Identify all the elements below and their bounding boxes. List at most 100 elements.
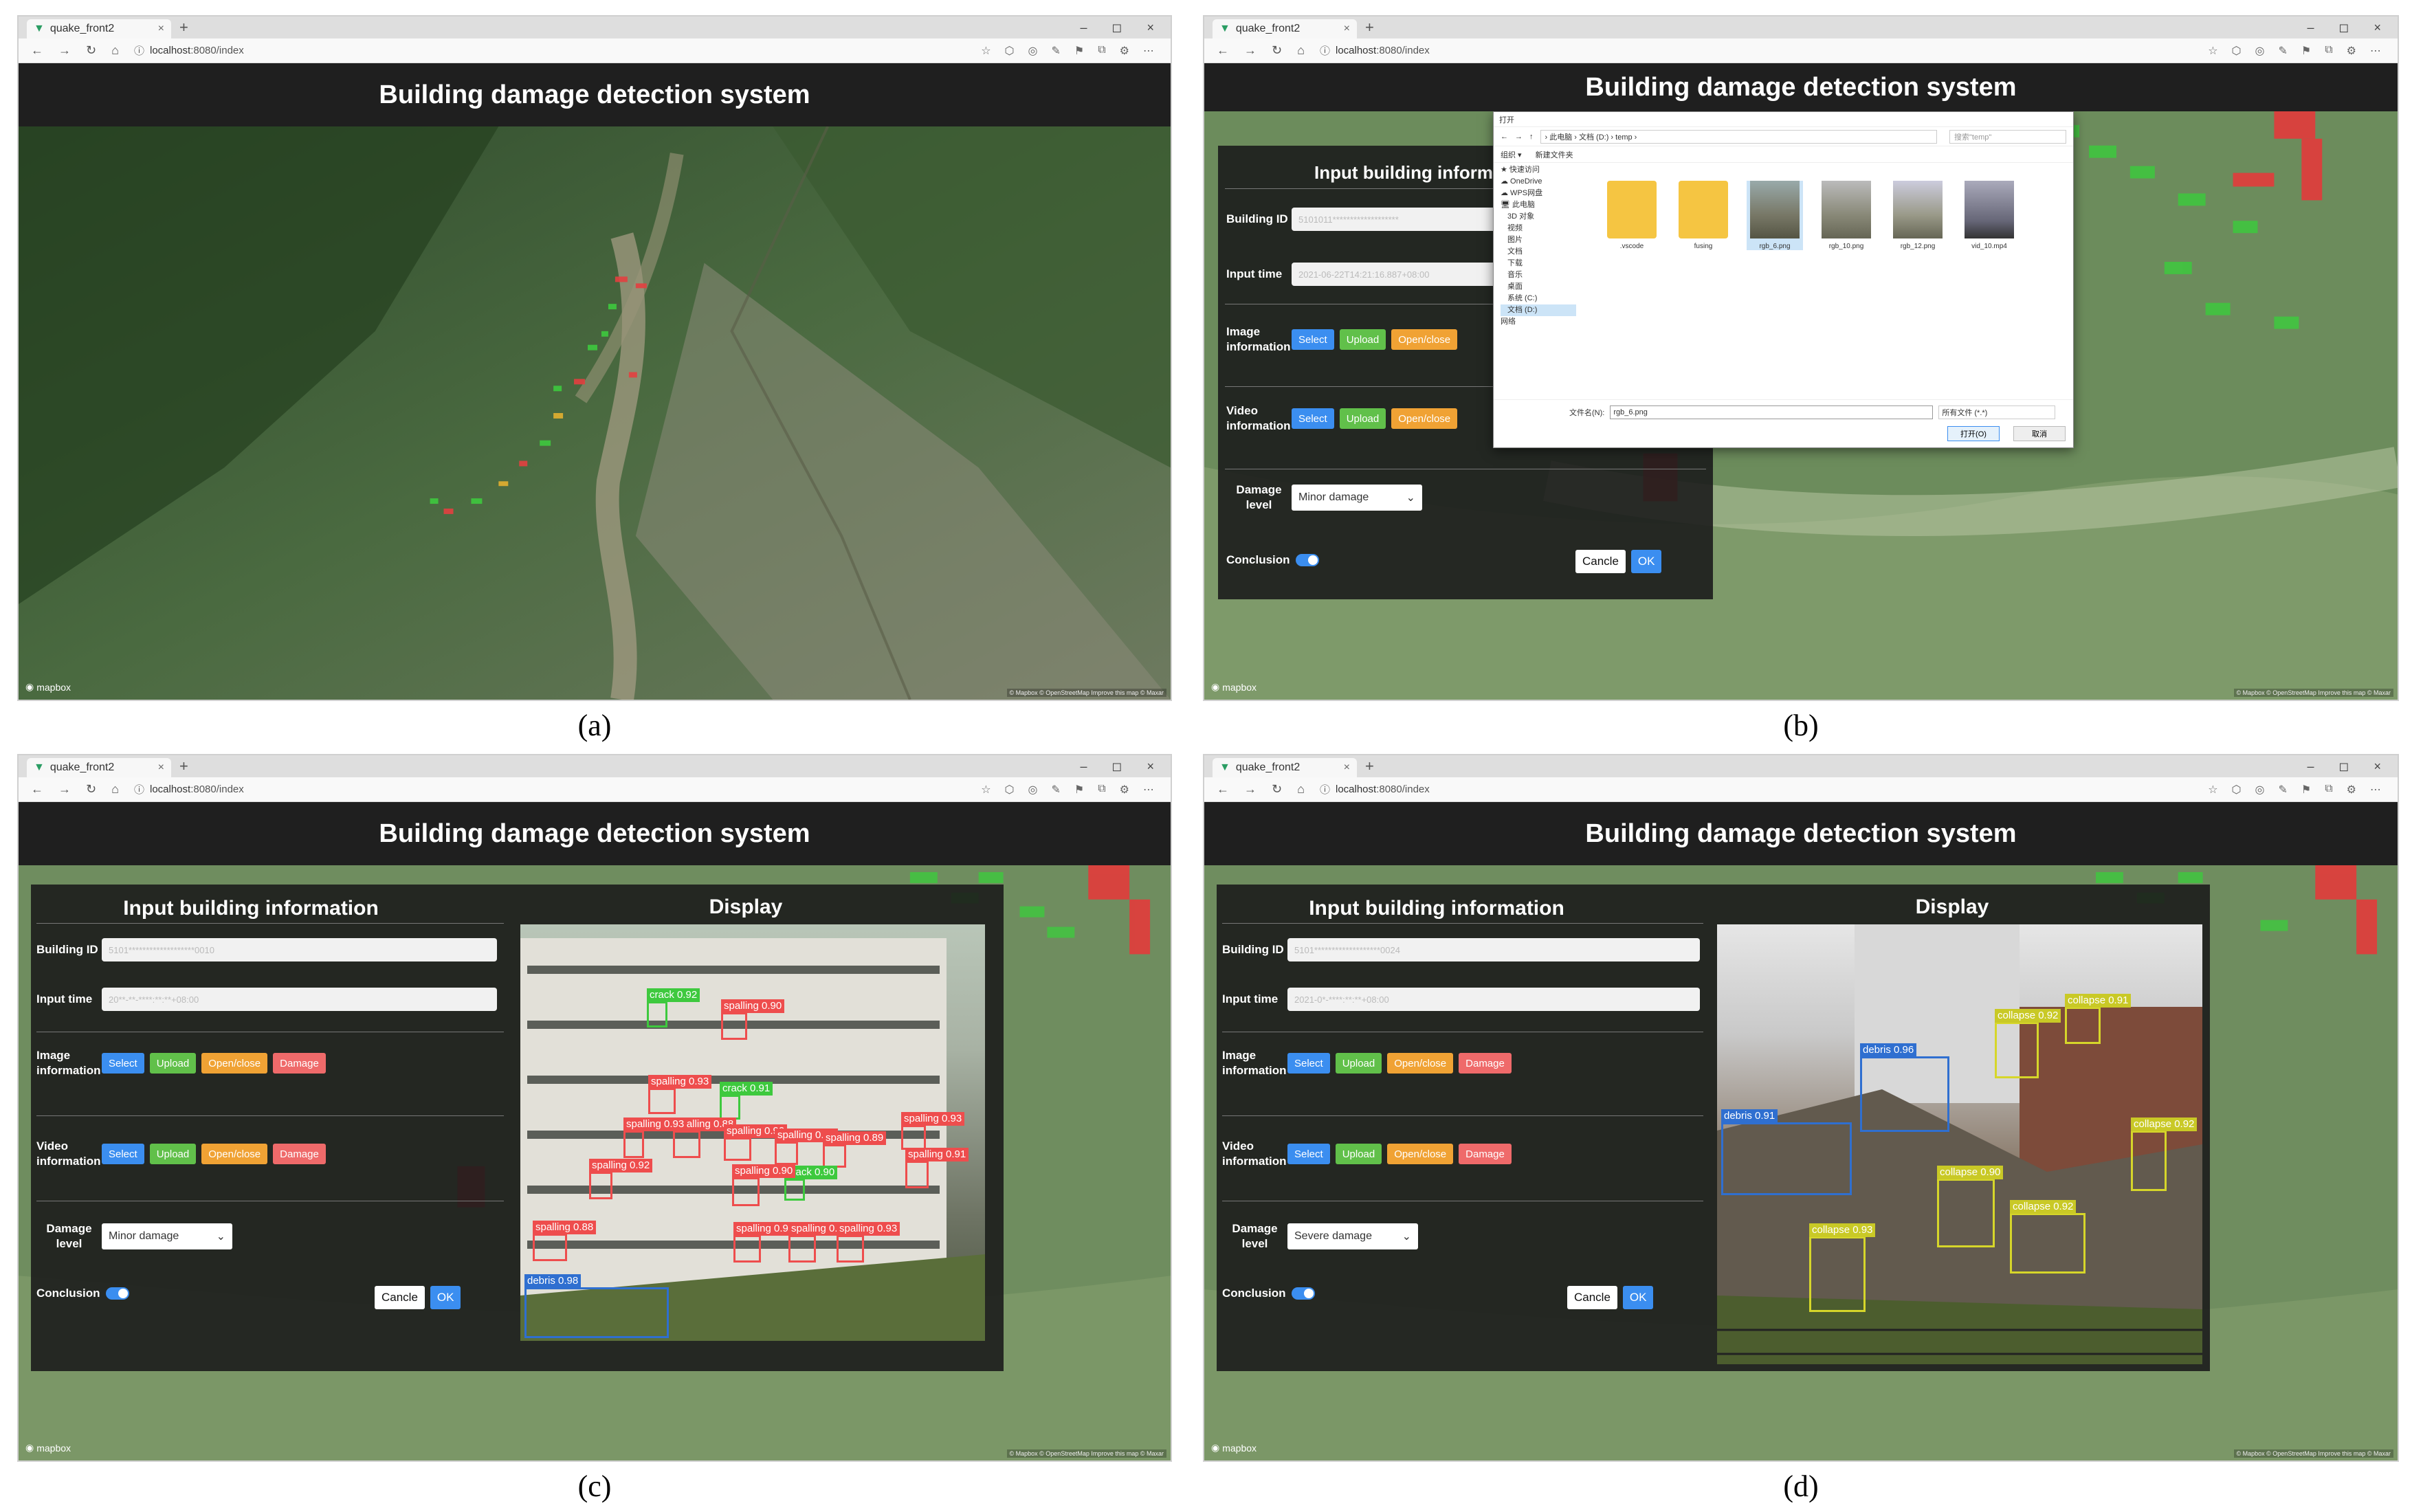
sidebar-item[interactable]: 3D 对象 (1501, 211, 1576, 223)
image-upload-button[interactable]: Upload (149, 1053, 197, 1074)
file-item[interactable]: vid_10.mp4 (1961, 181, 2017, 250)
map-attribution[interactable]: © Mapbox © OpenStreetMap Improve this ma… (1006, 689, 1166, 697)
image-select-button[interactable]: Select (1287, 1053, 1330, 1074)
more-icon[interactable]: ⋯ (2370, 44, 2381, 58)
mapbox-logo[interactable]: ◉ mapbox (25, 681, 71, 693)
back-icon[interactable]: ← (31, 43, 43, 58)
satellite-map[interactable]: ◉ mapbox © Mapbox © OpenStreetMap Improve… (19, 126, 1171, 700)
collections-icon[interactable]: ⧉ (2325, 44, 2332, 58)
file-item[interactable]: fusing (1675, 181, 1731, 250)
video-openclose-button[interactable]: Open/close (1387, 1144, 1454, 1165)
maximize-button[interactable]: ◻ (1112, 21, 1122, 35)
building-id-field[interactable]: 5101011******************* (1292, 208, 1498, 231)
damage-level-select[interactable]: Minor damage ⌄ (102, 1223, 232, 1250)
settings-icon[interactable]: ⚙ (1120, 783, 1129, 797)
profile-icon[interactable]: ◎ (2255, 44, 2265, 58)
file-item[interactable]: rgb_6.png (1747, 181, 1803, 250)
video-select-button[interactable]: Select (102, 1144, 144, 1165)
file-type-select[interactable]: 所有文件 (*.*) (1938, 405, 2056, 419)
back-icon[interactable]: ← (31, 782, 43, 797)
minimize-button[interactable]: – (1081, 21, 1087, 35)
sidebar-item[interactable]: 🖥 此电脑 (1501, 199, 1576, 211)
file-item[interactable]: rgb_10.png (1818, 181, 1874, 250)
profile-icon[interactable]: ◎ (1028, 783, 1038, 797)
url-field[interactable]: ⓘ localhost:8080/index (1320, 782, 1430, 797)
maximize-button[interactable]: ◻ (2339, 21, 2349, 35)
window-close-button[interactable]: × (1147, 759, 1154, 774)
settings-icon[interactable]: ⚙ (2347, 783, 2356, 797)
pen-icon[interactable]: ✎ (1051, 783, 1060, 797)
video-upload-button[interactable]: Upload (1339, 408, 1386, 430)
pen-icon[interactable]: ✎ (2278, 44, 2287, 58)
ok-button[interactable]: OK (1630, 550, 1662, 573)
profile-icon[interactable]: ◎ (1028, 44, 1038, 58)
window-close-button[interactable]: × (1147, 21, 1154, 35)
favorite-icon[interactable]: ☆ (981, 44, 991, 58)
favorite-icon[interactable]: ☆ (2208, 44, 2217, 58)
home-icon[interactable]: ⌂ (1297, 782, 1305, 797)
new-folder-button[interactable]: 新建文件夹 (1536, 149, 1573, 160)
sidebar-item[interactable]: 下载 (1501, 258, 1576, 269)
organize-button[interactable]: 组织 ▾ (1501, 149, 1522, 160)
back-icon[interactable]: ← (1217, 782, 1229, 797)
file-item[interactable]: rgb_12.png (1890, 181, 1946, 250)
tab-close-icon[interactable]: × (1344, 761, 1350, 774)
input-time-field[interactable]: 20**-**-****:**:**+08:00 (102, 988, 497, 1011)
url-field[interactable]: ⓘ localhost:8080/index (134, 782, 244, 797)
browser-tab[interactable]: ▼ quake_front2 × (27, 19, 171, 38)
minimize-button[interactable]: – (2308, 759, 2314, 774)
image-select-button[interactable]: Select (1292, 329, 1334, 351)
extension-icon[interactable]: ⬡ (1005, 44, 1015, 58)
sidebar-item[interactable]: 系统 (C:) (1501, 293, 1576, 304)
image-damage-button[interactable]: Damage (1459, 1053, 1512, 1074)
satellite-map[interactable]: Input building information Display Build… (1204, 865, 2398, 1460)
reload-icon[interactable]: ↻ (1272, 43, 1282, 58)
sidebar-item[interactable]: 音乐 (1501, 269, 1576, 281)
minimize-button[interactable]: – (1081, 759, 1087, 774)
conclusion-toggle[interactable] (1291, 1287, 1315, 1300)
search-input[interactable]: 搜索"temp" (1949, 129, 2066, 144)
back-icon[interactable]: ← (1501, 133, 1508, 141)
more-icon[interactable]: ⋯ (1143, 44, 1154, 58)
back-icon[interactable]: ← (1217, 43, 1229, 58)
flag-icon[interactable]: ⚑ (1074, 783, 1084, 797)
input-time-field[interactable]: 2021-0*-****:**:**+08:00 (1287, 988, 1700, 1011)
sidebar-item[interactable]: 文档 (D:) (1501, 304, 1576, 316)
new-tab-button[interactable]: + (1365, 19, 1374, 36)
mapbox-logo[interactable]: ◉ mapbox (1211, 681, 1257, 693)
favorite-icon[interactable]: ☆ (2208, 783, 2217, 797)
pen-icon[interactable]: ✎ (2278, 783, 2287, 797)
home-icon[interactable]: ⌂ (111, 782, 119, 797)
image-upload-button[interactable]: Upload (1339, 329, 1386, 351)
settings-icon[interactable]: ⚙ (2347, 44, 2356, 58)
flag-icon[interactable]: ⚑ (2301, 44, 2311, 58)
video-upload-button[interactable]: Upload (1335, 1144, 1382, 1165)
map-attribution[interactable]: © Mapbox © OpenStreetMap Improve this ma… (2233, 1449, 2393, 1458)
collections-icon[interactable]: ⧉ (1098, 783, 1105, 797)
input-time-field[interactable]: 2021-06-22T14:21:16.887+08:00 (1292, 263, 1498, 286)
reload-icon[interactable]: ↻ (86, 782, 96, 797)
conclusion-toggle[interactable] (1295, 554, 1319, 567)
forward-icon[interactable]: → (1515, 133, 1523, 141)
conclusion-toggle[interactable] (105, 1287, 129, 1300)
browser-tab[interactable]: ▼ quake_front2 × (1213, 19, 1357, 38)
sidebar-item[interactable]: 图片 (1501, 234, 1576, 246)
video-upload-button[interactable]: Upload (149, 1144, 197, 1165)
up-icon[interactable]: ↑ (1529, 133, 1534, 141)
forward-icon[interactable]: → (58, 782, 71, 797)
damage-level-select[interactable]: Severe damage ⌄ (1287, 1223, 1418, 1250)
video-openclose-button[interactable]: Open/close (1391, 408, 1458, 430)
image-select-button[interactable]: Select (102, 1053, 144, 1074)
image-openclose-button[interactable]: Open/close (1391, 329, 1458, 351)
home-icon[interactable]: ⌂ (1297, 43, 1305, 58)
tab-close-icon[interactable]: × (158, 761, 164, 774)
video-select-button[interactable]: Select (1287, 1144, 1330, 1165)
satellite-map[interactable]: Input building information Building ID 51… (1204, 111, 2398, 700)
sidebar-item[interactable]: 网络 (1501, 316, 1576, 328)
video-damage-button[interactable]: Damage (1459, 1144, 1512, 1165)
flag-icon[interactable]: ⚑ (1074, 44, 1084, 58)
filename-input[interactable]: rgb_6.png (1610, 405, 1934, 419)
settings-icon[interactable]: ⚙ (1120, 44, 1129, 58)
cancel-button[interactable]: Cancle (1567, 1286, 1617, 1309)
sidebar-item[interactable]: 视频 (1501, 223, 1576, 234)
